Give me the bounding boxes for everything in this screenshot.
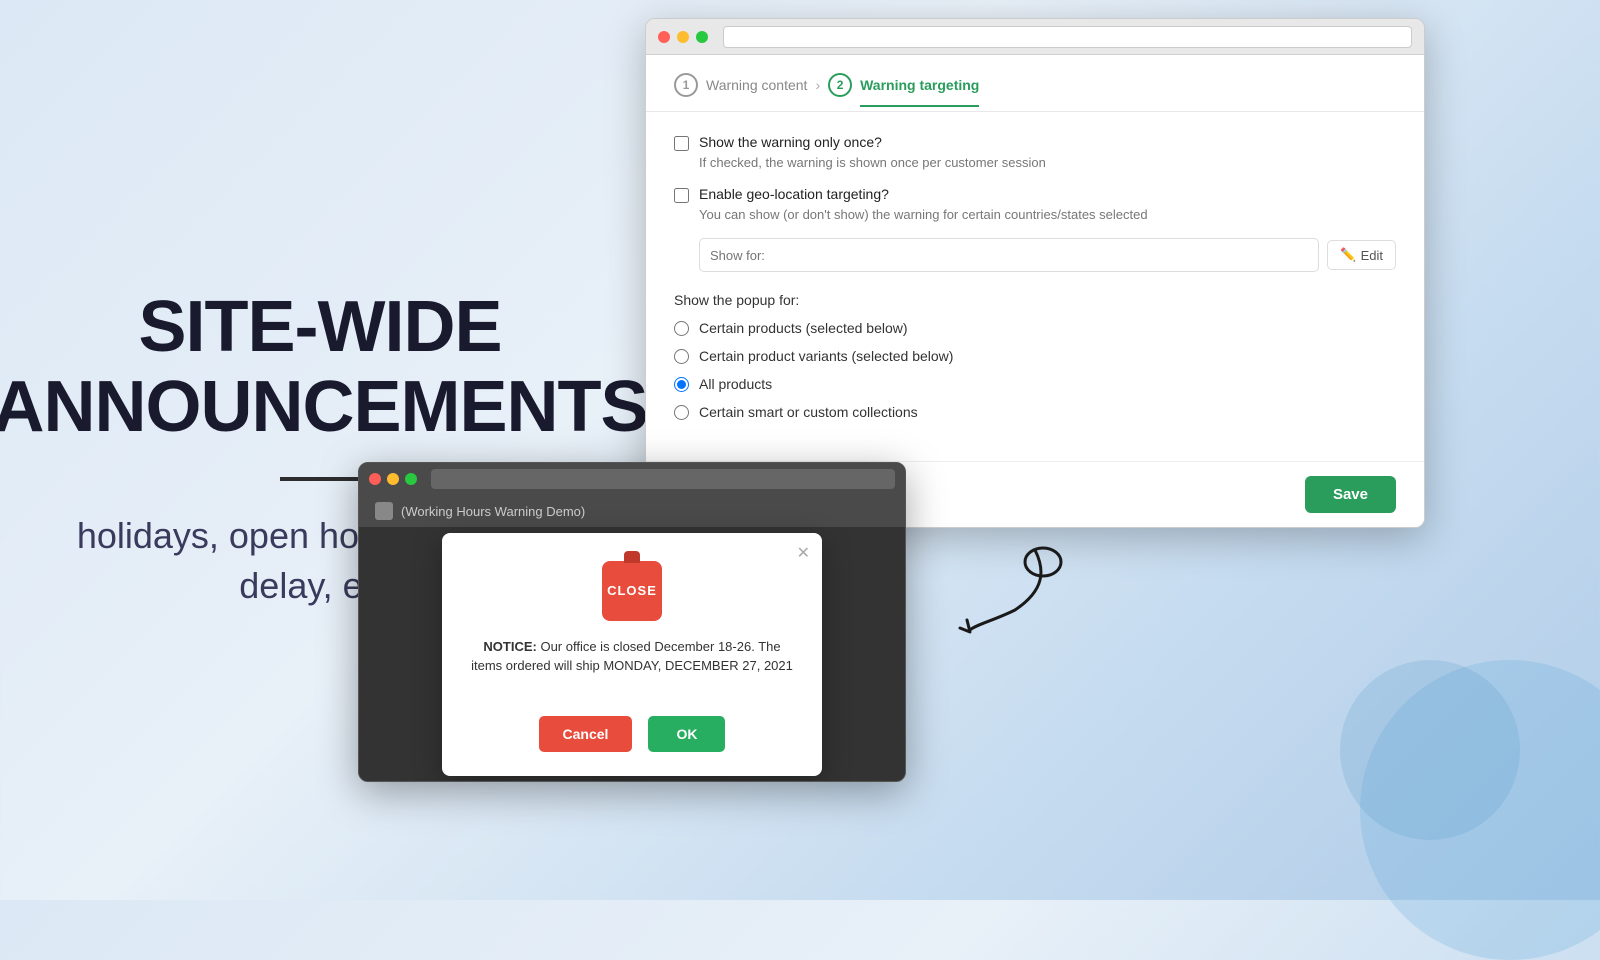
step-2[interactable]: 2 Warning targeting xyxy=(828,73,979,111)
modal-overlay: ✕ CLOSE NOTICE: Our office is closed Dec… xyxy=(359,527,905,781)
url-bar[interactable] xyxy=(723,26,1412,48)
radio-group: Certain products (selected below) Certai… xyxy=(674,320,1396,420)
minimize-dot[interactable] xyxy=(677,31,689,43)
step-2-circle: 2 xyxy=(828,73,852,97)
radio-collections[interactable] xyxy=(674,405,689,420)
form-area: Show the warning only once? If checked, … xyxy=(646,112,1424,442)
stepper: 1 Warning content › 2 Warning targeting xyxy=(646,55,1424,112)
demo-titlebar xyxy=(359,463,905,495)
show-for-row: ✏️ Edit xyxy=(699,238,1396,272)
modal-body: CLOSE NOTICE: Our office is closed Decem… xyxy=(442,533,822,716)
main-title: SITE-WIDE ANNOUNCEMENTS xyxy=(0,288,648,446)
radio-label-2: All products xyxy=(699,376,772,392)
modal-dialog: ✕ CLOSE NOTICE: Our office is closed Dec… xyxy=(442,533,822,776)
decorative-circle-2 xyxy=(1340,660,1520,840)
geo-helper: You can show (or don't show) the warning… xyxy=(699,207,1396,222)
demo-minimize-dot[interactable] xyxy=(387,473,399,485)
demo-header-icon xyxy=(375,502,393,520)
radio-label-3: Certain smart or custom collections xyxy=(699,404,918,420)
step-2-label: Warning targeting xyxy=(860,77,979,107)
demo-maximize-dot[interactable] xyxy=(405,473,417,485)
radio-row-0[interactable]: Certain products (selected below) xyxy=(674,320,1396,336)
radio-row-2[interactable]: All products xyxy=(674,376,1396,392)
main-browser-window: 1 Warning content › 2 Warning targeting … xyxy=(645,18,1425,528)
radio-certain-products[interactable] xyxy=(674,321,689,336)
demo-close-dot[interactable] xyxy=(369,473,381,485)
step-1[interactable]: 1 Warning content xyxy=(674,73,807,111)
demo-browser-content: (Working Hours Warning Demo) ✕ CLOSE NOT… xyxy=(359,495,905,781)
radio-row-1[interactable]: Certain product variants (selected below… xyxy=(674,348,1396,364)
modal-notice: NOTICE: Our office is closed December 18… xyxy=(470,637,794,676)
demo-header-text: (Working Hours Warning Demo) xyxy=(401,504,585,519)
close-dot[interactable] xyxy=(658,31,670,43)
radio-label-0: Certain products (selected below) xyxy=(699,320,908,336)
arrow-annotation xyxy=(955,540,1075,640)
browser-titlebar xyxy=(646,19,1424,55)
ok-button[interactable]: OK xyxy=(648,716,725,752)
demo-browser-window: (Working Hours Warning Demo) ✕ CLOSE NOT… xyxy=(358,462,906,782)
radio-all-products[interactable] xyxy=(674,377,689,392)
pencil-icon: ✏️ xyxy=(1340,247,1356,263)
demo-url-bar[interactable] xyxy=(431,469,895,489)
radio-certain-variants[interactable] xyxy=(674,349,689,364)
close-sign-text: CLOSE xyxy=(607,583,657,598)
modal-close-button[interactable]: ✕ xyxy=(797,543,810,563)
geo-label: Enable geo-location targeting? xyxy=(699,186,889,202)
radio-row-3[interactable]: Certain smart or custom collections xyxy=(674,404,1396,420)
show-popup-label: Show the popup for: xyxy=(674,292,1396,308)
modal-buttons: Cancel OK xyxy=(442,716,822,776)
show-once-label: Show the warning only once? xyxy=(699,134,882,150)
title-divider xyxy=(280,477,360,481)
save-button[interactable]: Save xyxy=(1305,476,1396,513)
show-once-helper: If checked, the warning is shown once pe… xyxy=(699,155,1396,170)
step-1-label: Warning content xyxy=(706,77,807,93)
edit-button[interactable]: ✏️ Edit xyxy=(1327,240,1396,270)
show-once-checkbox[interactable] xyxy=(674,136,689,151)
notice-bold: NOTICE: xyxy=(483,639,536,654)
show-for-input[interactable] xyxy=(699,238,1319,272)
geo-checkbox[interactable] xyxy=(674,188,689,203)
step-1-circle: 1 xyxy=(674,73,698,97)
cancel-button[interactable]: Cancel xyxy=(539,716,633,752)
browser-content: 1 Warning content › 2 Warning targeting … xyxy=(646,55,1424,527)
step-arrow: › xyxy=(815,77,820,107)
geo-row: Enable geo-location targeting? xyxy=(674,186,1396,203)
radio-label-1: Certain product variants (selected below… xyxy=(699,348,953,364)
show-once-row: Show the warning only once? xyxy=(674,134,1396,151)
demo-header: (Working Hours Warning Demo) xyxy=(359,495,905,527)
close-sign-icon: CLOSE xyxy=(602,561,662,621)
maximize-dot[interactable] xyxy=(696,31,708,43)
